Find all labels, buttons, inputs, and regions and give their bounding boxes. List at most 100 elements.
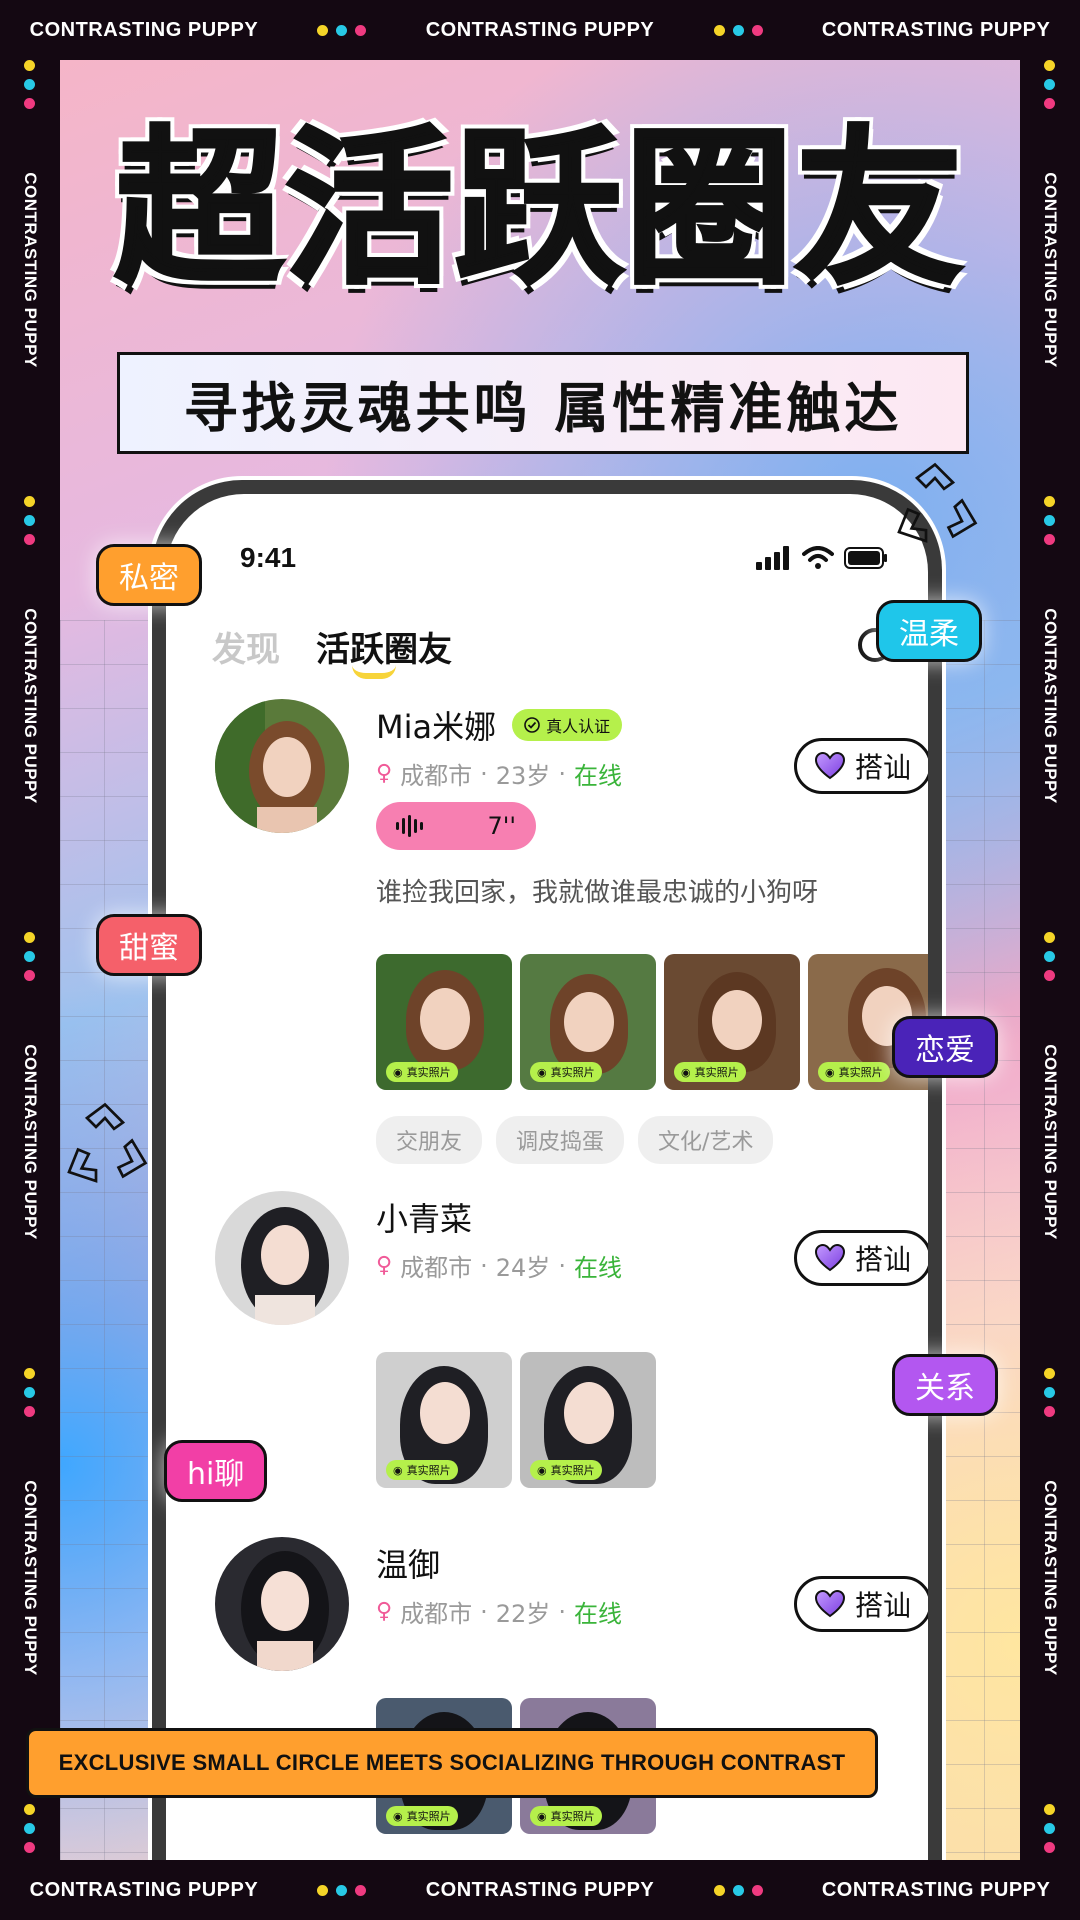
interest-tag[interactable]: 调皮捣蛋 <box>496 1116 625 1164</box>
interest-tag[interactable]: 交朋友 <box>376 1116 483 1164</box>
frame-side-item: CONTRASTING PUPPY <box>0 140 60 400</box>
check-icon: ◉ <box>681 1065 691 1079</box>
frame-word: CONTRASTING PUPPY <box>29 1878 259 1901</box>
phone-mockup: 9:41 发现 活跃圈友 Mia米娜 真人认证 ♀ 成都市 · 23岁 · 在线… <box>152 480 942 1860</box>
greet-button[interactable]: 搭讪 <box>794 1230 928 1286</box>
frame-dots <box>24 1804 35 1853</box>
check-icon: ◉ <box>393 1065 403 1079</box>
real-photo-label: 真实照片 <box>406 1810 451 1823</box>
recycle-icon <box>67 1102 148 1183</box>
avatar[interactable] <box>212 696 352 836</box>
tag-relationship: 关系 <box>892 1354 998 1416</box>
tab-underline <box>352 665 396 679</box>
tab-active-friends-label: 活跃圈友 <box>316 630 452 670</box>
separator: · <box>558 1251 566 1280</box>
online-status: 在线 <box>573 1600 622 1628</box>
profile-meta: ♀ 成都市 · 23岁 · 在线 <box>376 756 622 791</box>
frame-side-item: CONTRASTING PUPPY <box>1020 140 1080 400</box>
frame-word: CONTRASTING PUPPY <box>21 1044 40 1240</box>
frame-top: CONTRASTING PUPPY CONTRASTING PUPPY CONT… <box>0 0 1080 60</box>
real-photo-label: 真实照片 <box>550 1066 595 1079</box>
profile-photo[interactable]: ◉ 真实照片 <box>376 1352 512 1488</box>
frame-side-item: CONTRASTING PUPPY <box>0 1012 60 1272</box>
profile-city: 成都市 <box>400 762 473 790</box>
avatar[interactable] <box>212 1534 352 1674</box>
profile-photo[interactable]: ◉ 真实照片 <box>520 1352 656 1488</box>
real-photo-badge: ◉ 真实照片 <box>530 1062 602 1082</box>
status-time: 9:41 <box>240 542 297 573</box>
profile-name: 小青菜 <box>376 1200 473 1238</box>
real-photo-badge: ◉ 真实照片 <box>674 1062 746 1082</box>
frame-dots <box>24 496 35 545</box>
separator: · <box>480 1597 488 1626</box>
avatar[interactable] <box>212 1188 352 1328</box>
real-photo-label: 真实照片 <box>694 1066 739 1079</box>
heart-icon <box>814 1244 845 1272</box>
real-photo-label: 真实照片 <box>550 1464 595 1477</box>
wifi-icon <box>802 546 834 569</box>
real-photo-badge: ◉ 真实照片 <box>530 1460 602 1480</box>
frame-side-item: CONTRASTING PUPPY <box>1020 576 1080 836</box>
name-row: 温御 <box>376 1540 440 1586</box>
greet-button[interactable]: 搭讪 <box>794 738 928 794</box>
separator: · <box>480 1251 488 1280</box>
voice-message[interactable]: 7'' <box>376 802 536 850</box>
voice-duration: 7'' <box>487 812 516 840</box>
name-row: 小青菜 <box>376 1194 472 1240</box>
frame-word: CONTRASTING PUPPY <box>1041 608 1060 804</box>
tab-active-friends[interactable]: 活跃圈友 <box>316 622 452 679</box>
tag-private: 私密 <box>96 544 202 606</box>
greet-label: 搭讪 <box>854 751 911 784</box>
real-photo-badge: ◉ 真实照片 <box>386 1460 458 1480</box>
recycle-icon <box>897 462 978 543</box>
check-icon: ◉ <box>537 1809 547 1823</box>
tag-hi-chat: hi聊 <box>164 1440 268 1502</box>
greet-label: 搭讪 <box>854 1589 911 1622</box>
subtitle: 寻找灵魂共鸣 属性精准触达 <box>183 376 903 440</box>
frame-bottom: CONTRASTING PUPPY CONTRASTING PUPPY CONT… <box>0 1860 1080 1920</box>
headline: 超活跃圈友 <box>113 111 965 307</box>
profile-meta: ♀ 成都市 · 22岁 · 在线 <box>376 1594 622 1629</box>
frame-dots <box>1044 932 1055 981</box>
frame-right: CONTRASTING PUPPY CONTRASTING PUPPY CONT… <box>1020 60 1080 1860</box>
frame-word: CONTRASTING PUPPY <box>21 172 40 368</box>
status-icons <box>756 546 888 570</box>
frame-dots <box>24 1368 35 1417</box>
profile-age: 23岁 <box>495 762 551 790</box>
profile-city: 成都市 <box>400 1254 473 1282</box>
tab-bar: 发现 活跃圈友 <box>212 622 452 679</box>
avatar-photo <box>215 699 349 833</box>
photo-strip: ◉ 真实照片 ◉ 真实照片 ◉ 真实照片 ◉ 真实照片 <box>376 954 928 1090</box>
frame-dots <box>317 24 367 36</box>
profile-card: 温御 ♀ 成都市 · 22岁 · 在线 搭讪 ◉ 真实照片 ◉ 真实照片 <box>212 1534 928 1854</box>
profile-photo[interactable]: ◉ 真实照片 <box>520 954 656 1090</box>
frame-word: CONTRASTING PUPPY <box>425 1878 655 1901</box>
frame-side-item: CONTRASTING PUPPY <box>0 1448 60 1708</box>
frame-dots <box>713 1884 763 1896</box>
real-photo-badge: ◉ 真实照片 <box>530 1806 602 1826</box>
avatar-photo <box>215 1537 349 1671</box>
check-icon: ◉ <box>393 1463 403 1477</box>
frame-side-item: CONTRASTING PUPPY <box>1020 1012 1080 1272</box>
real-photo-label: 真实照片 <box>406 1464 451 1477</box>
interest-tag[interactable]: 文化/艺术 <box>638 1116 774 1164</box>
profile-bio: 谁捡我回家，我就做谁最忠诚的小狗呀 <box>376 878 819 908</box>
real-photo-badge: ◉ 真实照片 <box>818 1062 890 1082</box>
profile-name: 温御 <box>376 1546 441 1584</box>
profile-photo[interactable]: ◉ 真实照片 <box>664 954 800 1090</box>
frame-word: CONTRASTING PUPPY <box>21 608 40 804</box>
verified-badge: 真人认证 <box>512 709 623 741</box>
tab-discover[interactable]: 发现 <box>212 622 280 671</box>
avatar-photo <box>215 1191 349 1325</box>
profile-meta: ♀ 成都市 · 24岁 · 在线 <box>376 1248 622 1283</box>
frame-side-item: CONTRASTING PUPPY <box>0 576 60 836</box>
real-photo-badge: ◉ 真实照片 <box>386 1806 458 1826</box>
profile-card: 小青菜 ♀ 成都市 · 24岁 · 在线 搭讪 ◉ 真实照片 ◉ 真实照片 <box>212 1188 928 1488</box>
check-icon: ◉ <box>393 1809 403 1823</box>
real-photo-label: 真实照片 <box>406 1066 451 1079</box>
profile-photo[interactable]: ◉ 真实照片 <box>376 954 512 1090</box>
separator: · <box>558 1597 566 1626</box>
greet-button[interactable]: 搭讪 <box>794 1576 928 1632</box>
frame-word: CONTRASTING PUPPY <box>29 18 259 41</box>
check-icon: ◉ <box>537 1463 547 1477</box>
